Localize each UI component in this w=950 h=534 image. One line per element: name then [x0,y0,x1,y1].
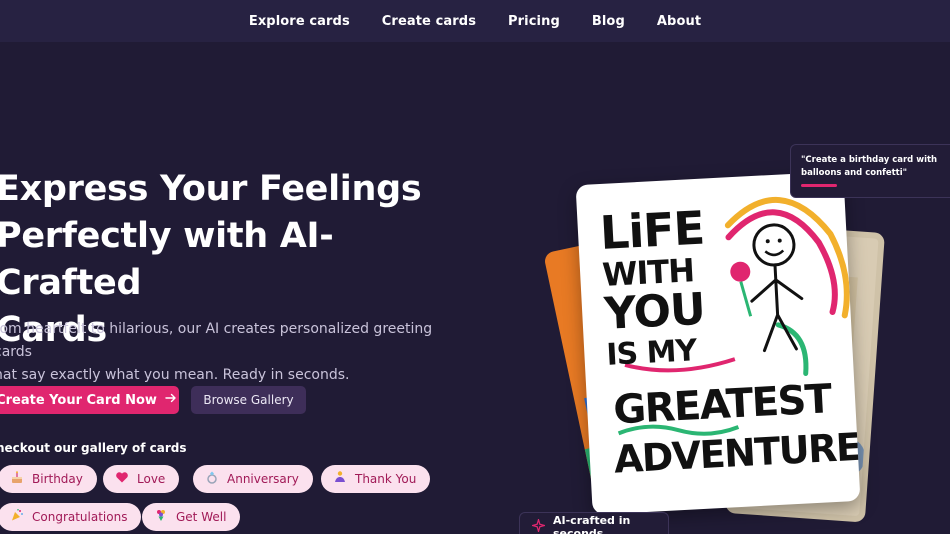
sparkle-icon [530,516,547,534]
card-showcase: LiFE WITH YOU IS MY GREATEST ADVENTURE. [540,170,900,534]
hero-title-line2: Perfectly with AI-Crafted [0,216,334,303]
chip-anniversary-label: Anniversary [227,472,299,486]
ai-badge-label: AI-crafted in seconds [553,514,631,534]
ai-badge: AI-crafted in seconds [519,512,669,534]
praying-hands-icon [333,470,347,488]
chip-anniversary[interactable]: Anniversary [193,465,313,493]
card-headline: LiFE WITH YOU IS MY [599,200,757,374]
browse-gallery-button[interactable]: Browse Gallery [191,386,306,414]
card-line-3: YOU [603,283,706,340]
nav-about[interactable]: About [657,14,701,29]
hero-subtitle: rom heartfelt to hilarious, our AI creat… [0,318,464,387]
chip-love-label: Love [137,472,166,486]
prompt-text: "Create a birthday card with balloons an… [801,155,938,178]
cake-icon [10,470,24,488]
create-card-button[interactable]: Create Your Card Now [0,386,179,414]
prompt-bubble: "Create a birthday card with balloons an… [790,144,950,198]
chip-congratulations-label: Congratulations [32,510,128,524]
hero-title-line1: Express Your Feelings [0,169,422,209]
chip-love[interactable]: Love [103,465,180,493]
chip-birthday[interactable]: Birthday [0,465,97,493]
chip-get-well[interactable]: Get Well [142,503,241,531]
nav-blog[interactable]: Blog [592,14,625,29]
top-navigation: Explore cards Create cards Pricing Blog … [0,0,950,42]
chip-thank-you[interactable]: Thank You [321,465,431,493]
featured-greeting-card: LiFE WITH YOU IS MY GREATEST ADVENTURE. [575,171,861,515]
create-card-label: Create Your Card Now [0,392,157,408]
card-line-1: LiFE [598,200,706,260]
party-popper-icon [10,508,24,526]
nav-create-cards[interactable]: Create cards [382,14,476,29]
chip-thank-you-label: Thank You [355,472,417,486]
ring-icon [205,470,219,488]
gallery-label: heckout our gallery of cards [0,441,187,455]
prompt-accent-bar [801,184,837,187]
hero-subtitle-line2: hat say exactly what you mean. Ready in … [0,367,350,383]
arrow-right-icon [165,392,177,408]
hero-subtitle-line1: rom heartfelt to hilarious, our AI creat… [0,321,433,360]
chip-birthday-label: Birthday [32,472,83,486]
heart-icon [115,470,129,488]
bouquet-icon [154,508,168,526]
chip-get-well-label: Get Well [176,510,227,524]
chip-congratulations[interactable]: Congratulations [0,503,142,531]
nav-explore-cards[interactable]: Explore cards [249,14,350,29]
nav-pricing[interactable]: Pricing [508,14,560,29]
